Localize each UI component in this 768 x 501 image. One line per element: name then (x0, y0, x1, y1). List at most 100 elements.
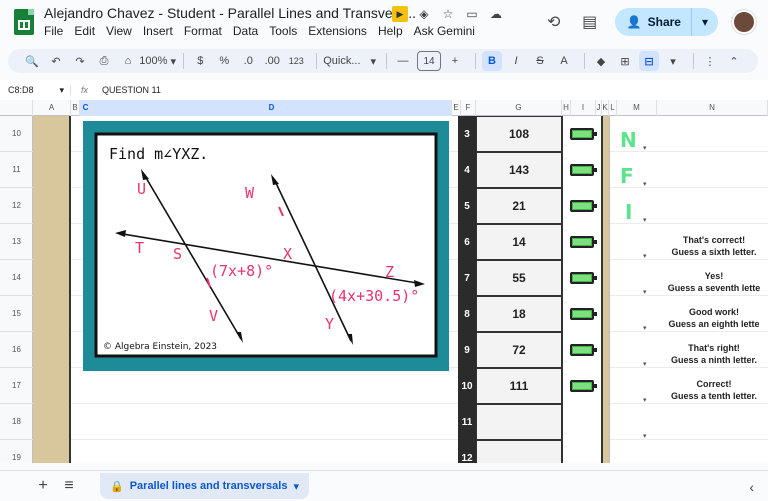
gemini-icon[interactable]: ◈ (416, 6, 432, 22)
number-format-button[interactable]: 123 (286, 51, 306, 71)
column-header-f[interactable]: F (461, 100, 476, 116)
font-size-increase-button[interactable]: + (445, 51, 465, 71)
chevron-down-icon[interactable]: ▾ (643, 324, 647, 332)
row-header[interactable]: 10 (0, 116, 33, 152)
search-menus-icon[interactable]: 🔍 (22, 51, 42, 71)
font-size-decrease-button[interactable]: — (393, 51, 413, 71)
row-header[interactable]: 14 (0, 260, 33, 296)
column-header-m[interactable]: M (617, 100, 657, 116)
row-header[interactable]: 13 (0, 224, 33, 260)
document-title[interactable]: Alejandro Chavez - Student - Parallel Li… (44, 5, 416, 21)
cell-grid[interactable]: Find m∠YXZ. U W T S X Z V Y (7x+8)° (4x+… (33, 116, 768, 463)
strikethrough-button[interactable]: S (530, 51, 550, 71)
row-header[interactable]: 12 (0, 188, 33, 224)
menu-file[interactable]: File (44, 24, 63, 38)
menu-extensions[interactable]: Extensions (308, 24, 367, 38)
sheet-tab-parallel-lines[interactable]: 🔒 Parallel lines and transversals ▾ (100, 473, 309, 499)
font-select[interactable]: Quick... ▾ (323, 51, 376, 71)
all-sheets-icon[interactable]: ≡ (56, 477, 82, 495)
answer-cell[interactable]: 143 (476, 152, 562, 188)
star-icon[interactable]: ☆ (440, 6, 456, 22)
chevron-down-icon[interactable]: ▾ (663, 51, 683, 71)
answer-cell[interactable]: 55 (476, 260, 562, 296)
sheets-logo-icon[interactable] (14, 9, 34, 35)
column-header-c[interactable]: C (80, 100, 92, 116)
column-header-a[interactable]: A (33, 100, 71, 116)
answer-cell[interactable]: 72 (476, 332, 562, 368)
column-header-d[interactable]: D (92, 100, 452, 116)
slides-shortcut-icon[interactable]: ▶ (392, 6, 408, 22)
battery-icon (570, 308, 597, 320)
borders-icon[interactable]: ⊞ (615, 51, 635, 71)
column-header-n[interactable]: N (657, 100, 768, 116)
share-button[interactable]: 👤 Share ▾ (614, 8, 718, 36)
currency-button[interactable]: $ (190, 51, 210, 71)
paint-format-icon[interactable]: ⌂ (118, 51, 138, 71)
bold-button[interactable]: B (482, 51, 502, 71)
cloud-status-icon[interactable]: ☁ (488, 6, 504, 22)
formula-input[interactable]: QUESTION 11 (98, 85, 161, 95)
column-header-b[interactable]: B (71, 100, 80, 116)
menu-ask-gemini[interactable]: Ask Gemini (414, 24, 475, 38)
answer-cell[interactable]: 108 (476, 116, 562, 152)
chevron-down-icon[interactable]: ▾ (643, 288, 647, 296)
chevron-down-icon[interactable]: ▾ (643, 252, 647, 260)
row-header[interactable]: 15 (0, 296, 33, 332)
answer-cell[interactable]: 14 (476, 224, 562, 260)
more-options-icon[interactable]: ⋮ (700, 51, 720, 71)
answer-cell[interactable]: 21 (476, 188, 562, 224)
menu-edit[interactable]: Edit (74, 24, 95, 38)
menu-format[interactable]: Format (184, 24, 222, 38)
undo-icon[interactable]: ↶ (46, 51, 66, 71)
select-all-corner[interactable] (0, 100, 33, 116)
merge-cells-icon[interactable]: ⊟ (639, 51, 659, 71)
decrease-decimal-button[interactable]: .0 (238, 51, 258, 71)
answer-cell[interactable] (476, 404, 562, 440)
menu-view[interactable]: View (106, 24, 132, 38)
chevron-down-icon[interactable]: ▾ (643, 396, 647, 404)
row-header[interactable]: 11 (0, 152, 33, 188)
row-header[interactable]: 17 (0, 368, 33, 404)
text-color-button[interactable]: A (554, 51, 574, 71)
menu-help[interactable]: Help (378, 24, 403, 38)
percent-button[interactable]: % (214, 51, 234, 71)
comments-icon[interactable]: ▤ (579, 11, 601, 33)
history-icon[interactable]: ⟲ (543, 11, 565, 33)
fill-color-icon[interactable]: ◆ (591, 51, 611, 71)
font-size-input[interactable]: 14 (417, 51, 441, 71)
redo-icon[interactable]: ↷ (70, 51, 90, 71)
collapse-toolbar-icon[interactable]: ⌃ (724, 51, 744, 71)
toolbar-divider (386, 53, 387, 69)
menu-tools[interactable]: Tools (269, 24, 297, 38)
move-folder-icon[interactable]: ▭ (464, 6, 480, 22)
zoom-select[interactable]: 100% ▾ (139, 51, 176, 71)
increase-decimal-button[interactable]: .00 (262, 51, 282, 71)
column-header-l[interactable]: L (609, 100, 617, 116)
answer-cell[interactable]: 111 (476, 368, 562, 404)
chevron-down-icon[interactable]: ▾ (643, 360, 647, 368)
question-image[interactable]: Find m∠YXZ. U W T S X Z V Y (7x+8)° (4x+… (83, 121, 449, 371)
column-header-k[interactable]: K (602, 100, 609, 116)
print-icon[interactable]: ⎙ (94, 51, 114, 71)
column-header-g[interactable]: G (476, 100, 562, 116)
italic-button[interactable]: I (506, 51, 526, 71)
chevron-down-icon[interactable]: ▾ (643, 144, 647, 152)
answer-cell[interactable]: 18 (476, 296, 562, 332)
menu-insert[interactable]: Insert (143, 24, 173, 38)
column-header-h[interactable]: H (562, 100, 571, 116)
column-header-e[interactable]: E (452, 100, 461, 116)
chevron-down-icon[interactable]: ▾ (643, 180, 647, 188)
row-header[interactable]: 18 (0, 404, 33, 440)
chevron-down-icon[interactable]: ▾ (643, 216, 647, 224)
menu-data[interactable]: Data (233, 24, 258, 38)
column-header-i[interactable]: I (571, 100, 596, 116)
chevron-down-icon[interactable]: ▾ (702, 15, 708, 29)
add-sheet-icon[interactable]: + (30, 477, 56, 495)
chevron-down-icon[interactable]: ▾ (643, 432, 647, 440)
avatar[interactable] (732, 10, 756, 34)
name-box[interactable]: C8:D8 ▾ (0, 85, 70, 96)
chevron-down-icon[interactable]: ▾ (293, 480, 299, 493)
chevron-left-icon[interactable]: ‹ (749, 479, 754, 495)
answer-cell[interactable] (476, 440, 562, 463)
row-header[interactable]: 16 (0, 332, 33, 368)
